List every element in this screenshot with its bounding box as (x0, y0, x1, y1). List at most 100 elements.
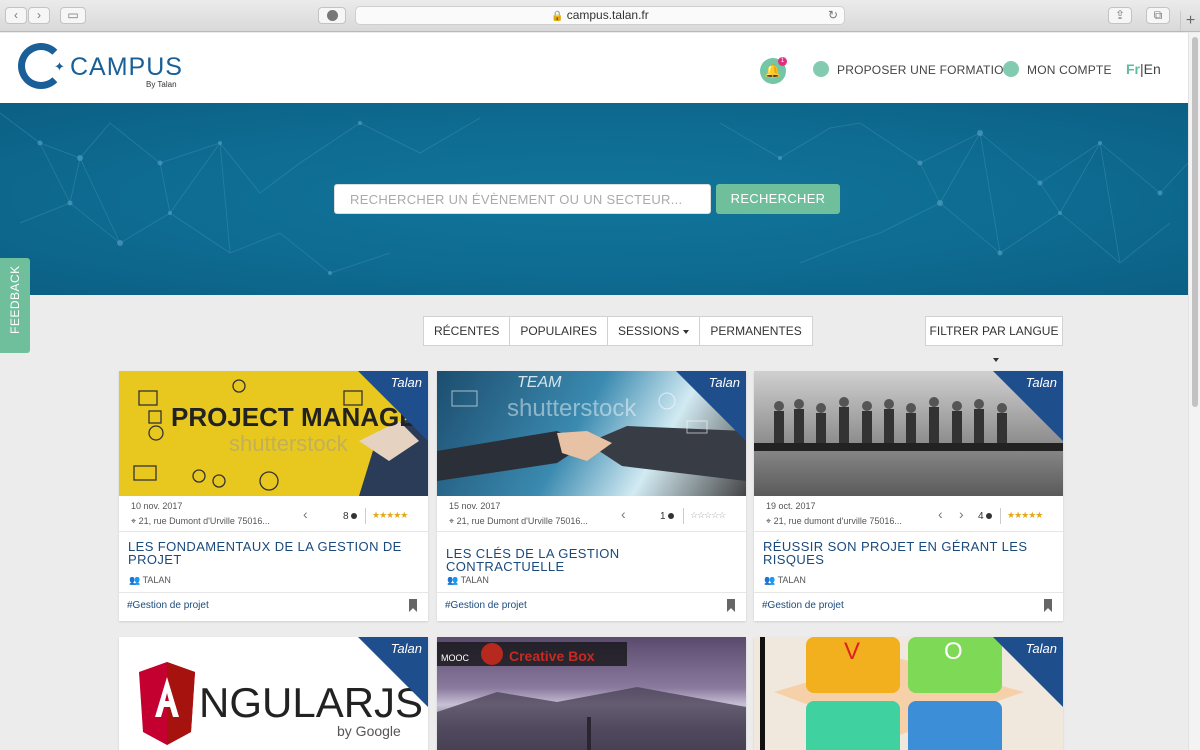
organizer-text: TALAN (460, 575, 489, 585)
talan-badge: Talan (390, 641, 422, 656)
event-card[interactable]: V O Talan (754, 637, 1063, 750)
sidebar-toggle-button[interactable]: ▭ (60, 7, 86, 24)
bookmark-icon[interactable] (727, 599, 735, 612)
caret-down-icon (993, 357, 999, 362)
tab-permanentes[interactable]: PERMANENTES (700, 317, 811, 345)
address-bar[interactable]: 🔒 campus.talan.fr ↻ (355, 6, 845, 25)
reload-icon[interactable]: ↻ (828, 7, 838, 24)
comment-count: 8 (343, 511, 357, 522)
event-title[interactable]: RÉUSSIR SON PROJET EN GÉRANT LES RISQUES (763, 540, 1053, 566)
people-icon: 👥 (129, 575, 141, 585)
forward-button[interactable]: › (28, 7, 50, 24)
event-image[interactable]: NGULARJS by Google Talan (119, 637, 428, 750)
event-date: 15 nov. 2017 (449, 501, 501, 511)
event-image[interactable]: TEAM shutterstock Talan (437, 371, 746, 496)
url-text: campus.talan.fr (566, 8, 649, 22)
image-watermark: shutterstock (507, 395, 637, 422)
card-footer: #Gestion de projet (119, 592, 428, 621)
event-organizer: 👥 TALAN (447, 575, 489, 586)
card-footer: #Gestion de projet (437, 592, 746, 621)
search-button[interactable]: RECHERCHER (716, 184, 840, 214)
logo-star-icon: ✦ (54, 59, 65, 74)
event-card[interactable]: Talan 19 oct. 2017 ⌖ 21, rue dumont d'ur… (754, 371, 1063, 621)
tab-sessions-label: SESSIONS (618, 324, 680, 338)
language-filter-label: FILTRER PAR LANGUE (929, 324, 1059, 338)
sort-tabs: RÉCENTES POPULAIRES SESSIONS PERMANENTES (423, 316, 813, 346)
language-filter-dropdown[interactable]: FILTRER PAR LANGUE (925, 316, 1063, 362)
carousel-prev-icon[interactable]: ‹ (621, 506, 626, 522)
page-scrollbar[interactable] (1188, 33, 1200, 750)
language-switcher: Fr|En (1126, 61, 1161, 77)
tabs-overview-button[interactable]: ⧉ (1146, 7, 1170, 24)
event-image[interactable]: Talan (754, 371, 1063, 496)
notification-badge: 1 (778, 57, 787, 66)
address-text: 21, rue Dumont d'Urville 75016... (456, 516, 588, 526)
tile-letter: V (844, 638, 860, 665)
bookmark-icon[interactable] (1044, 599, 1052, 612)
svg-text:TEAM: TEAM (517, 374, 562, 391)
tile-letter: O (944, 638, 963, 665)
event-image[interactable]: MOOC Creative Box (437, 637, 746, 750)
event-card[interactable]: NGULARJS by Google Talan (119, 637, 428, 750)
rating-stars: ★★★★★ (1007, 510, 1043, 520)
tab-sessions[interactable]: SESSIONS (608, 317, 701, 345)
lang-fr-link[interactable]: Fr (1126, 61, 1140, 77)
people-icon: 👥 (447, 575, 459, 585)
card-footer: #Gestion de projet (754, 592, 1063, 621)
talan-badge: Talan (1025, 375, 1057, 390)
browser-toolbar: ‹ › ▭ 🔒 campus.talan.fr ↻ ⇪ ⧉ + (0, 0, 1200, 32)
my-account-link[interactable]: MON COMPTE (1027, 63, 1112, 77)
pinterest-icon[interactable] (318, 7, 346, 24)
event-address: ⌖ 21, rue Dumont d'Urville 75016... (131, 516, 270, 527)
share-button[interactable]: ⇪ (1108, 7, 1132, 24)
address-text: 21, rue Dumont d'Urville 75016... (138, 516, 270, 526)
category-tag[interactable]: #Gestion de projet (127, 600, 209, 611)
event-card[interactable]: MOOC Creative Box (437, 637, 746, 750)
card-meta: 15 nov. 2017 ⌖ 21, rue Dumont d'Urville … (437, 496, 746, 532)
creative-box-banner: MOOC Creative Box (437, 642, 746, 750)
lock-icon: 🔒 (551, 11, 564, 22)
tab-recentes[interactable]: RÉCENTES (424, 317, 511, 345)
tab-populaires[interactable]: POPULAIRES (510, 317, 609, 345)
card-meta: 19 oct. 2017 ⌖ 21, rue dumont d'urville … (754, 496, 1063, 532)
bookmark-icon[interactable] (409, 599, 417, 612)
event-address: ⌖ 21, rue dumont d'urville 75016... (766, 516, 902, 527)
category-tag[interactable]: #Gestion de projet (445, 600, 527, 611)
event-date: 19 oct. 2017 (766, 501, 816, 511)
talan-badge: Talan (1025, 641, 1057, 656)
campus-logo[interactable]: ✦ CAMPUS By Talan (18, 43, 188, 93)
carousel-next-icon[interactable]: › (959, 506, 964, 522)
event-title[interactable]: LES FONDAMENTAUX DE LA GESTION DE PROJET (128, 540, 418, 566)
propose-training-link[interactable]: PROPOSER UNE FORMATION (837, 63, 1013, 77)
carousel-prev-icon[interactable]: ‹ (938, 506, 943, 522)
location-pin-icon: ⌖ (131, 516, 137, 526)
back-button[interactable]: ‹ (5, 7, 27, 24)
event-date: 10 nov. 2017 (131, 501, 183, 511)
image-headline: Creative Box (509, 648, 595, 664)
organizer-text: TALAN (142, 575, 171, 585)
location-pin-icon: ⌖ (449, 516, 455, 526)
scrollbar-thumb[interactable] (1192, 37, 1198, 407)
svg-text:shutterstock: shutterstock (229, 431, 349, 456)
comment-count: 4 (978, 511, 992, 522)
event-title[interactable]: LES CLÉS DE LA GESTION CONTRACTUELLE (446, 547, 736, 573)
logo-by-text: By Talan (146, 80, 177, 89)
feedback-tab[interactable]: FEEDBACK (0, 258, 30, 353)
address-text: 21, rue dumont d'urville 75016... (773, 516, 902, 526)
event-card[interactable]: TEAM shutterstock Talan 15 nov. 2017 ⌖ 2… (437, 371, 746, 621)
event-organizer: 👥 TALAN (764, 575, 806, 586)
search-input[interactable]: RECHERCHER UN ÉVÈNEMENT OU UN SECTEUR... (334, 184, 711, 214)
event-image[interactable]: V O Talan (754, 637, 1063, 750)
event-image[interactable]: PROJECT MANAGEMENT shutterstock Talan (119, 371, 428, 496)
new-tab-button[interactable]: + (1180, 11, 1200, 31)
hero-banner: RECHERCHER UN ÉVÈNEMENT OU UN SECTEUR...… (0, 103, 1188, 295)
lang-en-link[interactable]: En (1144, 61, 1161, 77)
caret-down-icon (683, 329, 690, 334)
image-subline: by Google (337, 723, 401, 739)
carousel-prev-icon[interactable]: ‹ (303, 506, 308, 522)
event-card[interactable]: PROJECT MANAGEMENT shutterstock Talan 10… (119, 371, 428, 621)
comment-count: 1 (660, 511, 674, 522)
event-organizer: 👥 TALAN (129, 575, 171, 586)
category-tag[interactable]: #Gestion de projet (762, 600, 844, 611)
logo-text: CAMPUS (70, 53, 183, 81)
